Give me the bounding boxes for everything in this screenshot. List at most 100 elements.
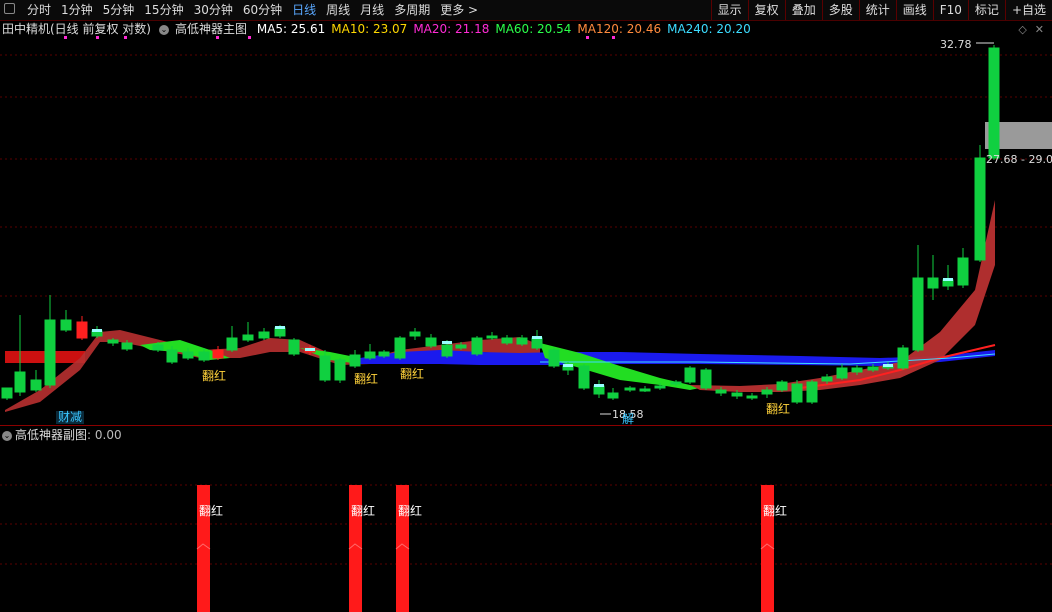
tool-button-5[interactable]: 画线 — [895, 0, 933, 20]
candle-body-37 — [578, 365, 590, 389]
ma-label-5: MA240: 20.20 — [667, 22, 751, 36]
tool-button-6[interactable]: F10 — [932, 0, 968, 20]
doji-3 — [442, 341, 452, 344]
candle-body-43 — [670, 381, 682, 385]
candle-body-2 — [30, 379, 42, 391]
candle-body-23 — [364, 351, 376, 359]
doji-7 — [883, 364, 893, 367]
ma-legend: MA5: 25.61 MA10: 23.07 MA20: 21.18 MA60: 20… — [257, 22, 757, 36]
candle-body-59 — [912, 277, 924, 351]
candle-body-20 — [319, 355, 331, 381]
signal-label-0: 财减 — [58, 410, 82, 424]
candle-body-7 — [107, 339, 119, 344]
candle-body-5 — [76, 321, 88, 339]
doji-2 — [305, 348, 315, 351]
sub-indicator-name[interactable]: 高低神器副图 — [15, 428, 87, 442]
candle-body-60 — [927, 277, 939, 289]
candle-body-54 — [836, 367, 848, 379]
candle-body-47 — [731, 392, 743, 397]
period-tab-10[interactable]: 更多 > — [435, 0, 483, 20]
ma-ribbon-red-left — [5, 330, 540, 412]
sub-chart-header: ⌄ 高低神器副图: 0.00 — [0, 427, 122, 443]
candle-body-38 — [593, 385, 605, 395]
candle-body-30 — [471, 337, 483, 355]
sub-indicator-dropdown-icon[interactable]: ⌄ — [2, 430, 12, 441]
tool-button-0[interactable]: 显示 — [710, 0, 748, 20]
top-toolbar: 分时 1分钟 5分钟 15分钟 30分钟 60分钟 日线 周线 月线 多周期 更多 > 显示 复权 叠加… — [0, 0, 1052, 21]
candle-body-46 — [715, 389, 727, 394]
window-controls: ◇ ✕ — [1018, 23, 1044, 36]
candle-body-52 — [806, 381, 818, 403]
sub-indicator-chart[interactable]: 翻红 翻红 翻红 翻红 — [0, 444, 1052, 612]
ma-label-4: MA120: 20.46 — [577, 22, 662, 36]
period-tab-9[interactable]: 多周期 — [389, 0, 435, 20]
candle-body-44 — [684, 367, 696, 383]
period-tab-1[interactable]: 1分钟 — [56, 0, 98, 20]
tool-button-2[interactable]: 叠加 — [784, 0, 822, 20]
candlestick-chart[interactable]: 32.7827.68 - 29.018.58财减翻红 翻红 翻红解翻红 — [0, 40, 1052, 425]
candle-body-25 — [394, 337, 406, 359]
candle-body-27 — [425, 337, 437, 347]
tool-button-3[interactable]: 多股 — [821, 0, 859, 20]
candle-body-18 — [288, 339, 300, 355]
period-tab-3[interactable]: 15分钟 — [139, 0, 188, 20]
candle-body-45 — [700, 369, 712, 389]
ma-label-3: MA60: 20.54 — [495, 22, 572, 36]
doji-4 — [532, 336, 542, 339]
candle-body-28 — [441, 344, 453, 357]
period-tab-2[interactable]: 5分钟 — [98, 0, 140, 20]
candle-body-9 — [152, 344, 164, 351]
candle-body-33 — [516, 337, 528, 345]
candle-body-14 — [226, 337, 238, 351]
panel-toggle-icon[interactable] — [4, 3, 15, 14]
range-label: 27.68 - 29.0 — [986, 153, 1052, 166]
doji-6 — [594, 384, 604, 387]
diamond-icon[interactable]: ◇ — [1018, 23, 1026, 36]
candle-body-3 — [44, 319, 56, 386]
ma-label-0: MA5: 25.61 — [256, 22, 326, 36]
doji-8 — [943, 278, 953, 281]
close-icon[interactable]: ✕ — [1035, 23, 1044, 36]
period-tab-7[interactable]: 周线 — [321, 0, 355, 20]
candle-body-32 — [501, 337, 513, 344]
period-tab-8[interactable]: 月线 — [355, 0, 389, 20]
candle-body-15 — [242, 334, 254, 341]
period-tab-0[interactable]: 分时 — [22, 0, 56, 20]
signal-bar-label-2: 翻红 — [398, 503, 422, 518]
indicator-name[interactable]: 高低神器主图 — [175, 22, 247, 36]
period-tab-5[interactable]: 60分钟 — [238, 0, 287, 20]
candle-body-64 — [988, 47, 1000, 159]
signal-label-3: 翻红 — [400, 366, 424, 381]
indicator-dropdown-icon[interactable]: ⌄ — [159, 24, 169, 35]
tool-button-4[interactable]: 统计 — [858, 0, 896, 20]
candle-body-26 — [409, 331, 421, 337]
period-tab-6[interactable]: 日线 — [287, 0, 321, 20]
candle-body-21 — [334, 359, 346, 381]
candle-body-31 — [486, 335, 498, 339]
candle-body-0 — [1, 387, 13, 399]
right-tools: 显示 复权 叠加 多股 统计 画线 F10 标记 +自选 — [710, 0, 1052, 20]
candle-body-49 — [761, 389, 773, 395]
candle-body-50 — [776, 381, 788, 391]
period-tab-4[interactable]: 30分钟 — [189, 0, 238, 20]
candle-body-22 — [349, 354, 361, 367]
signal-label-2: 翻红 — [354, 371, 378, 386]
candle-body-17 — [274, 327, 286, 337]
candle-body-16 — [258, 331, 270, 339]
panel-divider[interactable] — [0, 425, 1052, 426]
candle-body-42 — [654, 385, 666, 389]
chart-info-bar: 田中精机(日线 前复权 对数) ⌄ 高低神器主图 MA5: 25.61 MA10: 2… — [0, 21, 763, 37]
doji-1 — [275, 326, 285, 329]
tool-button-1[interactable]: 复权 — [747, 0, 785, 20]
tool-button-7[interactable]: 标记 — [967, 0, 1005, 20]
candle-body-48 — [746, 395, 758, 399]
candle-body-1 — [14, 371, 26, 393]
candle-body-62 — [957, 257, 969, 286]
candle-body-34 — [531, 337, 543, 349]
candle-body-55 — [851, 367, 863, 373]
tool-button-8[interactable]: +自选 — [1004, 0, 1052, 20]
signal-label-1: 翻红 — [202, 368, 226, 383]
ma-label-2: MA20: 21.18 — [413, 22, 490, 36]
signal-label-5: 翻红 — [766, 401, 790, 416]
candle-body-10 — [166, 349, 178, 363]
